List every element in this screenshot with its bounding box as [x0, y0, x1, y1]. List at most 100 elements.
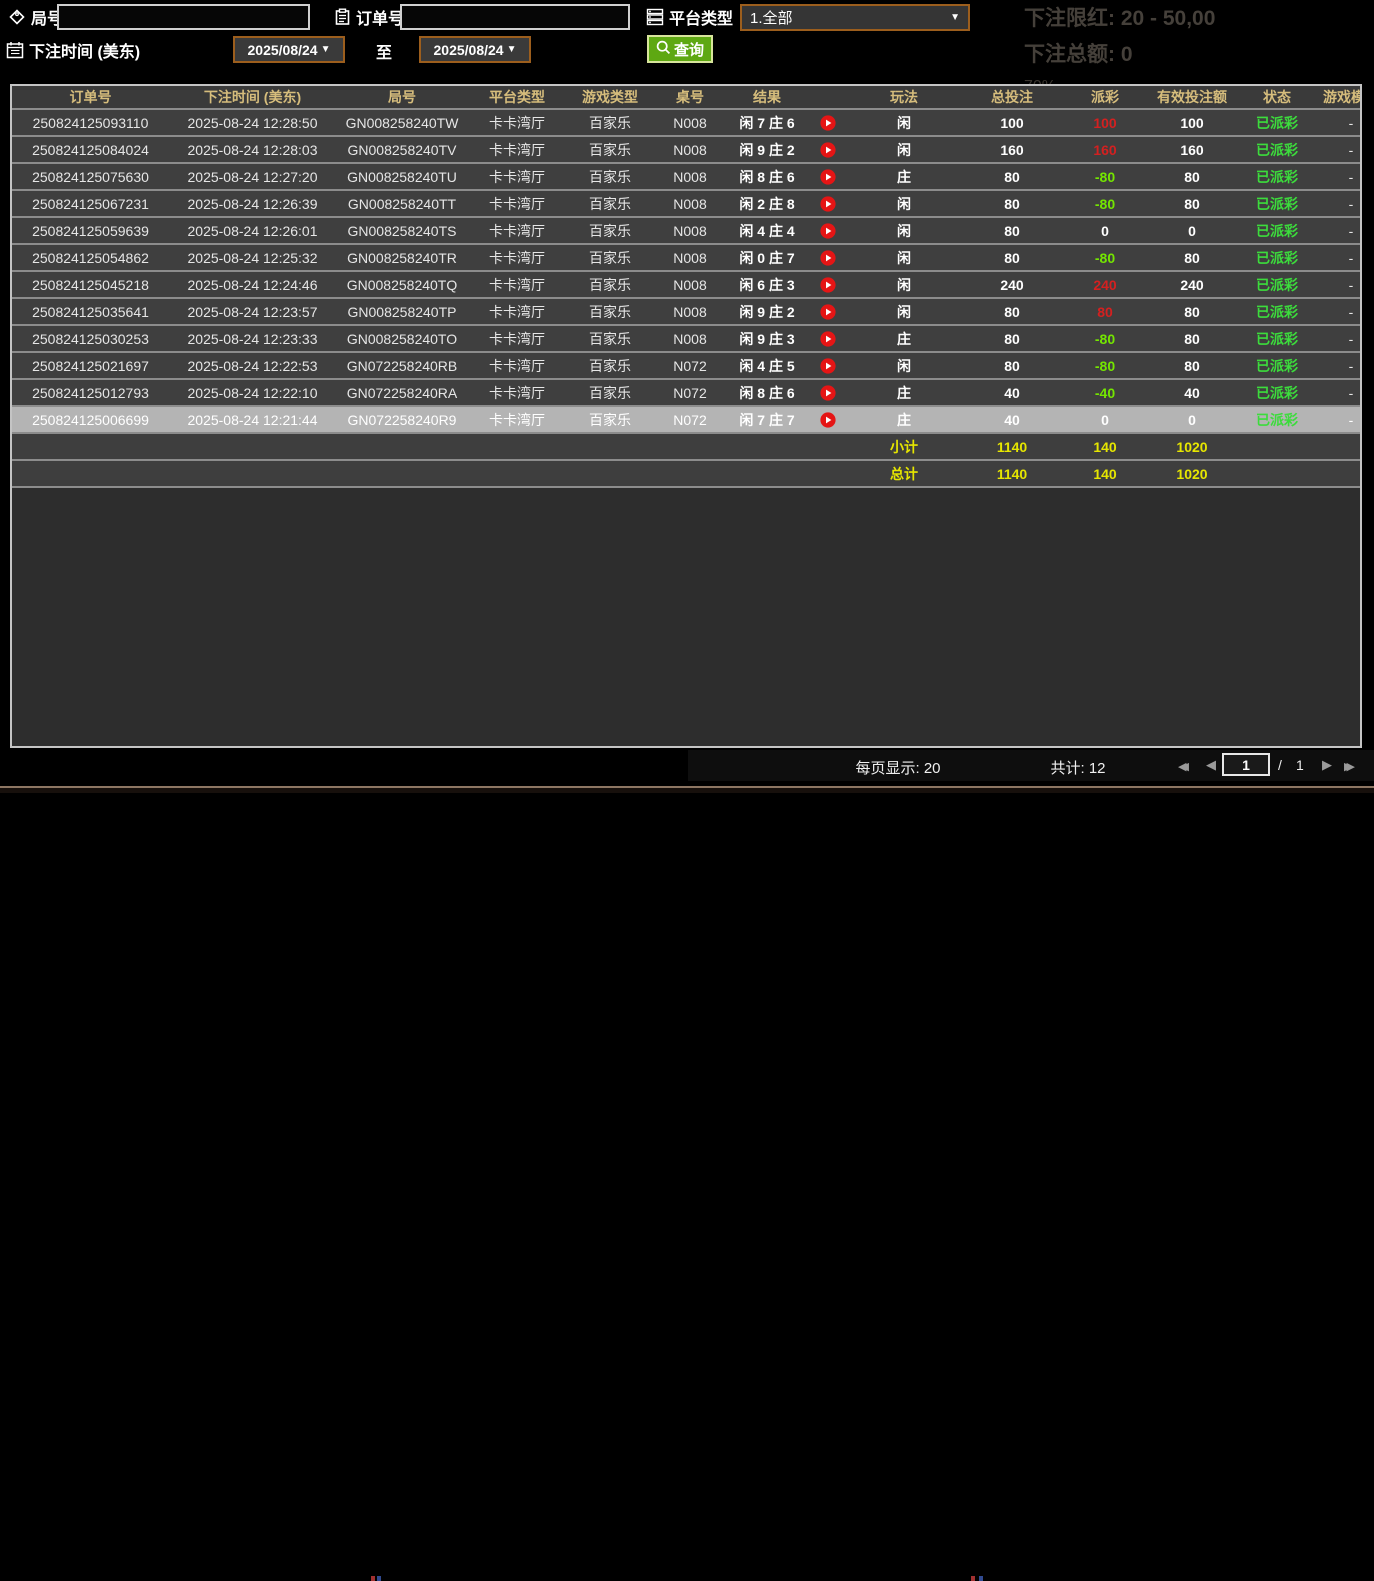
- order-no-cell: 250824125054862: [12, 244, 169, 271]
- play-video-cell: [808, 271, 848, 298]
- platform-type-label: 平台类型: [646, 5, 733, 29]
- tag-icon: [8, 8, 26, 26]
- subtotal-row-bet: 1140: [960, 433, 1064, 460]
- play-video-icon[interactable]: [820, 169, 836, 185]
- query-button[interactable]: 查询: [647, 35, 713, 63]
- play-type-cell: 闲: [848, 271, 960, 298]
- bet-time-cell: 2025-08-24 12:25:32: [169, 244, 336, 271]
- order-no-cell: 250824125035641: [12, 298, 169, 325]
- total-bet-cell: 80: [960, 352, 1064, 379]
- date-to-picker[interactable]: 2025/08/24 ▼: [419, 36, 531, 63]
- date-to-value: 2025/08/24: [434, 42, 504, 58]
- total-row-time: [169, 460, 336, 487]
- table-row[interactable]: 2508241250356412025-08-24 12:23:57GN0082…: [12, 298, 1362, 325]
- game-mode-cell: -: [1316, 325, 1362, 352]
- play-video-cell: [808, 325, 848, 352]
- play-video-icon[interactable]: [820, 331, 836, 347]
- status-cell: 已派彩: [1238, 352, 1316, 379]
- table-no-cell: N008: [654, 190, 726, 217]
- game-type-cell: 百家乐: [566, 406, 654, 433]
- table-row[interactable]: 2508241250756302025-08-24 12:27:20GN0082…: [12, 163, 1362, 190]
- total-row-bet: 1140: [960, 460, 1064, 487]
- result-cell: 闲 6 庄 3: [726, 271, 808, 298]
- game-mode-cell: -: [1316, 136, 1362, 163]
- play-video-icon[interactable]: [820, 196, 836, 212]
- order-no-input[interactable]: [400, 4, 630, 30]
- background-bet-limit: 下注限红: 20 - 50,00: [1024, 2, 1374, 32]
- subtotal-row-type: [566, 433, 654, 460]
- table-row[interactable]: 2508241250127932025-08-24 12:22:10GN0722…: [12, 379, 1362, 406]
- bottom-edge-strip: [0, 786, 1374, 793]
- payout-cell: 80: [1064, 298, 1146, 325]
- bet-time-cell: 2025-08-24 12:28:50: [169, 109, 336, 136]
- play-video-icon[interactable]: [820, 304, 836, 320]
- col-header-bet: 总投注: [960, 86, 1064, 109]
- valid-bet-cell: 80: [1146, 352, 1238, 379]
- game-type-cell: 百家乐: [566, 325, 654, 352]
- game-no-label: 局号: [8, 5, 63, 29]
- valid-bet-cell: 80: [1146, 163, 1238, 190]
- subtotal-row: 小计11401401020: [12, 433, 1362, 460]
- table-row[interactable]: 2508241250216972025-08-24 12:22:53GN0722…: [12, 352, 1362, 379]
- col-header-time: 下注时间 (美东): [169, 86, 336, 109]
- table-row[interactable]: 2508241250066992025-08-24 12:21:44GN0722…: [12, 406, 1362, 433]
- total-row-valid: 1020: [1146, 460, 1238, 487]
- subtotal-row-order: [12, 433, 169, 460]
- page-divider: /: [1278, 757, 1282, 773]
- total-row-status: [1238, 460, 1316, 487]
- prev-page-icon[interactable]: ◀: [1206, 756, 1216, 774]
- play-video-icon[interactable]: [820, 142, 836, 158]
- page-number-input[interactable]: [1222, 753, 1270, 776]
- bet-time-cell: 2025-08-24 12:23:33: [169, 325, 336, 352]
- subtotal-row-table_no: [654, 433, 726, 460]
- table-row[interactable]: 2508241250840242025-08-24 12:28:03GN0082…: [12, 136, 1362, 163]
- order-no-cell: 250824125006699: [12, 406, 169, 433]
- order-no-cell: 250824125075630: [12, 163, 169, 190]
- play-video-icon[interactable]: [820, 277, 836, 293]
- date-from-picker[interactable]: 2025/08/24 ▼: [233, 36, 345, 63]
- total-bet-cell: 80: [960, 163, 1064, 190]
- game-no-input[interactable]: [57, 4, 310, 30]
- table-no-cell: N072: [654, 379, 726, 406]
- table-row[interactable]: 2508241250302532025-08-24 12:23:33GN0082…: [12, 325, 1362, 352]
- table-row[interactable]: 2508241250931102025-08-24 12:28:50GN0082…: [12, 109, 1362, 136]
- play-type-cell: 闲: [848, 244, 960, 271]
- result-cell: 闲 4 庄 4: [726, 217, 808, 244]
- platform-type-cell: 卡卡湾厅: [468, 244, 566, 271]
- first-page-icon[interactable]: ◀◀: [1178, 758, 1183, 776]
- game-type-cell: 百家乐: [566, 217, 654, 244]
- game-no-cell: GN072258240R9: [336, 406, 468, 433]
- game-mode-cell: -: [1316, 379, 1362, 406]
- play-video-icon[interactable]: [820, 250, 836, 266]
- result-cell: 闲 8 庄 6: [726, 163, 808, 190]
- play-type-cell: 闲: [848, 352, 960, 379]
- play-video-icon[interactable]: [820, 385, 836, 401]
- table-no-cell: N008: [654, 217, 726, 244]
- next-page-icon[interactable]: ▶: [1322, 756, 1332, 774]
- play-video-icon[interactable]: [820, 412, 836, 428]
- valid-bet-cell: 80: [1146, 298, 1238, 325]
- platform-type-select[interactable]: 1.全部 ▼: [740, 4, 970, 31]
- game-no-cell: GN008258240TW: [336, 109, 468, 136]
- table-row[interactable]: 2508241250548622025-08-24 12:25:32GN0082…: [12, 244, 1362, 271]
- game-mode-cell: -: [1316, 352, 1362, 379]
- last-page-icon[interactable]: ▶▶: [1344, 758, 1349, 776]
- table-no-cell: N008: [654, 163, 726, 190]
- platform-type-cell: 卡卡湾厅: [468, 163, 566, 190]
- table-row[interactable]: 2508241250672312025-08-24 12:26:39GN0082…: [12, 190, 1362, 217]
- per-page-label: 每页显示: 20: [855, 757, 940, 778]
- payout-cell: -80: [1064, 352, 1146, 379]
- col-header-valid: 有效投注额: [1146, 86, 1238, 109]
- subtotal-row-play_icon: [808, 433, 848, 460]
- table-row[interactable]: 2508241250452182025-08-24 12:24:46GN0082…: [12, 271, 1362, 298]
- payout-cell: 240: [1064, 271, 1146, 298]
- play-video-icon[interactable]: [820, 223, 836, 239]
- play-video-icon[interactable]: [820, 358, 836, 374]
- total-row-table_no: [654, 460, 726, 487]
- subtotal-row-time: [169, 433, 336, 460]
- table-row[interactable]: 2508241250596392025-08-24 12:26:01GN0082…: [12, 217, 1362, 244]
- total-row-result: [726, 460, 808, 487]
- order-no-cell: 250824125045218: [12, 271, 169, 298]
- table-no-cell: N008: [654, 298, 726, 325]
- play-video-icon[interactable]: [820, 115, 836, 131]
